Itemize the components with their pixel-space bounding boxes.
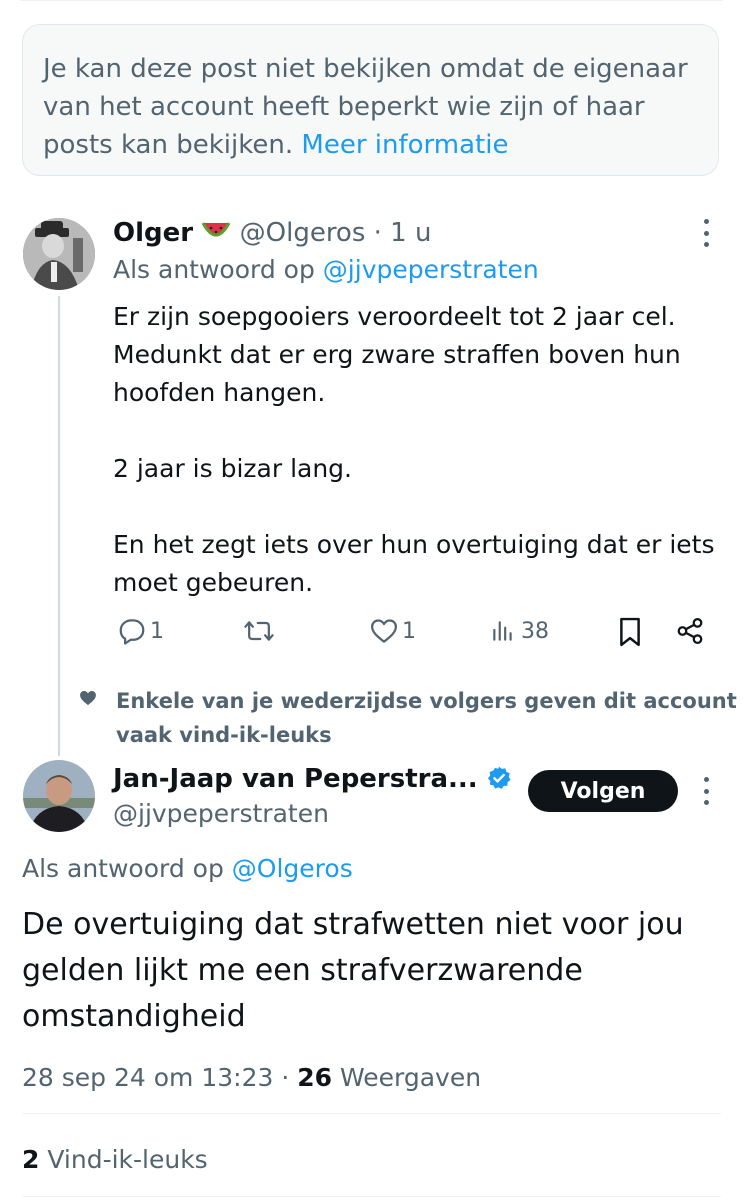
- watermelon-emoji-icon: [201, 218, 239, 248]
- repost-button[interactable]: [243, 616, 275, 646]
- like-button[interactable]: 1: [369, 616, 416, 646]
- avatar-jjvpeperstraten[interactable]: [23, 760, 95, 832]
- views-count: 38: [521, 618, 549, 644]
- share-icon: [677, 618, 703, 644]
- divider: [22, 1196, 721, 1197]
- thread-connector-line: [58, 296, 60, 756]
- avatar-olger[interactable]: [23, 218, 95, 290]
- reply-count: 1: [150, 618, 164, 644]
- main-replying-handle-link[interactable]: @Olgeros: [232, 854, 353, 883]
- main-post-meta: 28 sep 24 om 13:23 · 26 Weergaven: [22, 1060, 481, 1096]
- like-count: 1: [402, 618, 416, 644]
- main-post-text: De overtuiging dat strafwetten niet voor…: [22, 907, 684, 1034]
- reply-button[interactable]: 1: [117, 616, 164, 646]
- bookmark-button[interactable]: [617, 616, 643, 648]
- bookmark-icon: [620, 617, 640, 647]
- reply-paragraph: En het zegt iets over hun overtuiging da…: [113, 530, 715, 597]
- share-button[interactable]: [675, 616, 705, 646]
- analytics-bars-icon: [493, 621, 512, 641]
- reply-paragraph: Er zijn soepgooiers veroordeelt tot 2 ja…: [113, 302, 681, 407]
- replying-to-prefix: Als antwoord op: [113, 255, 315, 284]
- views-count-main: 26: [297, 1063, 333, 1092]
- reply-replying-to: Als antwoord op @jjvpeperstraten: [113, 252, 539, 288]
- views-label: Weergaven: [339, 1063, 482, 1092]
- post-timestamp[interactable]: 28 sep 24 om 13:23 ·: [22, 1063, 289, 1092]
- top-divider: [20, 0, 723, 1]
- restricted-post-notice: Je kan deze post niet bekijken omdat de …: [22, 24, 719, 176]
- replying-to-handle-link[interactable]: @jjvpeperstraten: [323, 255, 539, 284]
- likes-label: Vind-ik-leuks: [47, 1145, 208, 1174]
- likes-count: 2: [22, 1145, 40, 1174]
- main-author-name[interactable]: Jan-Jaap van Peperstra...: [113, 764, 478, 794]
- verified-badge-icon: [486, 764, 512, 794]
- reply-paragraph: 2 jaar is bizar lang.: [113, 454, 352, 483]
- social-context-text: Enkele van je wederzijdse volgers geven …: [116, 689, 737, 747]
- divider: [22, 1113, 721, 1114]
- views-button[interactable]: 38: [489, 618, 549, 644]
- reply-time[interactable]: · 1 u: [374, 218, 432, 248]
- heart-outline-icon: [371, 619, 397, 643]
- main-replying-to: Als antwoord op @Olgeros: [22, 851, 353, 887]
- repost-icon: [244, 621, 274, 641]
- comment-icon: [119, 619, 145, 645]
- heart-filled-icon: [78, 688, 98, 712]
- main-replying-prefix: Als antwoord op: [22, 854, 224, 883]
- reply-body: Er zijn soepgooiers veroordeelt tot 2 ja…: [113, 298, 723, 602]
- main-more-options-icon[interactable]: [700, 777, 712, 805]
- reply-header: Olger @Olgeros · 1 u: [113, 214, 431, 252]
- reply-action-bar: 1 1 38: [113, 612, 713, 652]
- likes-summary[interactable]: 2 Vind-ik-leuks: [22, 1142, 208, 1178]
- reply-more-options-icon[interactable]: [700, 219, 712, 247]
- main-author-handle[interactable]: @jjvpeperstraten: [113, 796, 329, 832]
- more-info-link[interactable]: Meer informatie: [301, 130, 508, 160]
- main-author-row: Jan-Jaap van Peperstra...: [113, 760, 512, 798]
- reply-handle[interactable]: @Olgeros: [240, 218, 366, 248]
- follow-button[interactable]: Volgen: [528, 770, 678, 812]
- reply-author-name[interactable]: Olger: [113, 218, 193, 248]
